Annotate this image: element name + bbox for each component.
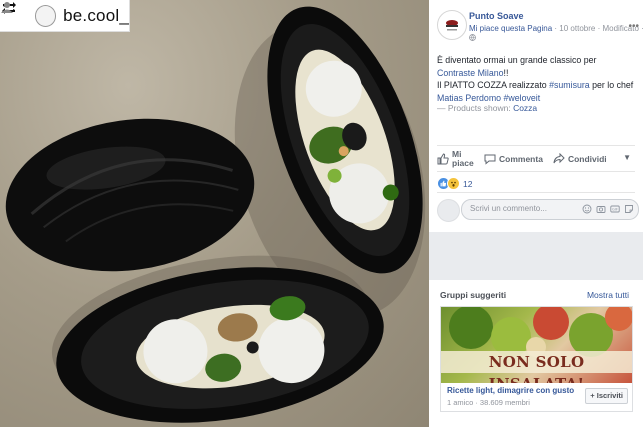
post-date[interactable]: 10 ottobre	[559, 24, 595, 33]
group-members: 1 amico · 38.609 membri	[447, 398, 530, 407]
reactions-count: 12	[463, 178, 473, 189]
comment-input[interactable]: Scrivi un commento... GIF	[461, 199, 639, 220]
mention-contraste[interactable]: Contraste Milano	[437, 68, 504, 78]
products-label: — Products shown:	[437, 103, 514, 113]
globe-icon	[469, 34, 476, 43]
mention-matias-perdomo[interactable]: Matias Perdomo	[437, 93, 501, 103]
divider	[437, 171, 635, 172]
reactions-summary[interactable]: 12	[437, 177, 472, 190]
comment-button[interactable]: Commenta	[484, 153, 543, 165]
svg-text:GIF: GIF	[612, 207, 618, 211]
comment-tools: GIF	[578, 203, 634, 214]
exclamation: !!	[503, 67, 509, 78]
group-image-caption: NON SOLO INSALATA!	[441, 351, 632, 383]
post-line-1: È diventato ormai un grande classico per	[437, 55, 597, 65]
gif-icon[interactable]: GIF	[609, 203, 620, 214]
user-avatar	[437, 199, 460, 222]
post-photo[interactable]: be.cool_	[0, 0, 429, 427]
group-cover-image[interactable]: NON SOLO INSALATA!	[441, 307, 632, 383]
see-all-link[interactable]: Mostra tutti	[587, 290, 629, 300]
repost-user-avatar	[1, 2, 57, 27]
sticker-icon[interactable]	[623, 203, 634, 214]
like-label-2: piace	[452, 158, 474, 168]
hashtag-sumisura[interactable]: #sumisura	[549, 80, 590, 90]
share-icon	[553, 153, 565, 165]
emoji-icon[interactable]	[581, 203, 592, 214]
wow-reaction-icon	[447, 177, 460, 190]
mussel-dishes-image	[5, 6, 426, 423]
join-group-button[interactable]: + Iscriviti	[585, 388, 628, 404]
page-avatar[interactable]	[437, 10, 467, 40]
comment-icon	[484, 153, 496, 165]
product-link[interactable]: Cozza	[513, 103, 537, 113]
like-button[interactable]: Mi piace	[437, 150, 474, 168]
products-shown: — Products shown: Cozza	[437, 103, 537, 113]
post-actions: Mi piace Commenta Condividi ▼	[437, 150, 637, 168]
suggested-groups-title: Gruppi suggeriti	[440, 290, 507, 300]
thumbs-up-icon	[437, 153, 449, 165]
camera-icon[interactable]	[595, 203, 606, 214]
divider	[437, 192, 635, 193]
repost-badge: be.cool_	[0, 0, 130, 32]
post-header: Punto Soave Mi piace questa Pagina · 10 …	[429, 0, 643, 44]
comment-label: Commenta	[499, 154, 543, 164]
repost-username: be.cool_	[63, 5, 129, 25]
suggested-groups: Gruppi suggeriti Mostra tutti NON SOLO I…	[429, 280, 643, 427]
facebook-post-panel: Punto Soave Mi piace questa Pagina · 10 …	[429, 0, 643, 427]
post-line-3-suffix: per lo chef	[589, 80, 634, 91]
comment-composer: Scrivi un commento... GIF	[429, 196, 643, 224]
group-name-link[interactable]: Ricette light, dimagrire con gusto	[447, 386, 574, 395]
feed-gap	[429, 232, 643, 280]
chevron-down-icon[interactable]: ▼	[623, 153, 631, 162]
group-card: NON SOLO INSALATA! Ricette light, dimagr…	[440, 306, 633, 412]
post-text: È diventato ormai un grande classico per…	[437, 54, 637, 104]
post-meta: Mi piace questa Pagina · 10 ottobre · Mo…	[469, 24, 643, 33]
divider	[437, 145, 635, 146]
page-name-link[interactable]: Punto Soave	[469, 11, 524, 21]
comment-placeholder: Scrivi un commento...	[470, 204, 547, 213]
post-line-3-prefix: Il PIATTO COZZA realizzato	[437, 80, 550, 91]
share-label: Condividi	[567, 154, 607, 164]
like-page-link[interactable]: Mi piace questa Pagina	[469, 24, 552, 33]
more-options-icon[interactable]: •••	[628, 21, 639, 32]
hashtag-weloveit[interactable]: #weloveit	[504, 93, 541, 103]
share-button[interactable]: Condividi	[553, 153, 607, 165]
